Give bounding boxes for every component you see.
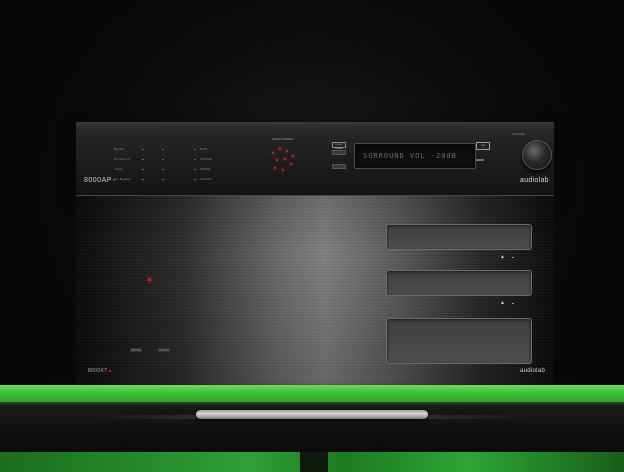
source-led: [142, 169, 144, 170]
source-led: [194, 179, 196, 180]
model-suffix: ™: [111, 178, 117, 183]
green-shelf-top: [0, 385, 624, 402]
source-led: [162, 159, 164, 160]
eject-icon[interactable]: ▲: [500, 301, 505, 306]
red-led: [276, 159, 278, 161]
volume-knob[interactable]: [522, 140, 552, 170]
drive-slot[interactable]: [386, 270, 532, 296]
source-led: [194, 169, 196, 170]
base-post: [300, 452, 328, 472]
av-processor-unit: Digital AV Ext-Ch Tuner 7.1 Bypass DVD S…: [76, 122, 554, 196]
amplifier-model-text: 8000X7: [88, 368, 108, 374]
processor-brand-logo: audiolab: [520, 177, 549, 184]
top-sheen: [76, 123, 554, 131]
source-led: [194, 149, 196, 150]
model-dot: [109, 369, 112, 372]
red-led: [292, 155, 294, 157]
audio-modes-label: AUDIO MODES: [272, 137, 294, 141]
amp-button[interactable]: [130, 348, 142, 352]
source-led: [142, 159, 144, 160]
source-led: [194, 159, 196, 160]
volume-label: VOLUME: [512, 132, 525, 136]
source-label: AUX/TV: [200, 177, 213, 181]
amplifier-unit: ▲ ▲ 8000X7 audiolab: [76, 195, 554, 386]
source-label: Digital: [114, 147, 124, 151]
source-label: DVD: [200, 147, 207, 151]
shelf-lip: [0, 402, 624, 406]
red-led: [284, 158, 286, 160]
red-led: [279, 148, 281, 150]
source-label: Tuner: [114, 167, 123, 171]
mode-button[interactable]: [332, 150, 346, 155]
dts-badge: DTS: [476, 142, 490, 150]
indicator-dot: [512, 257, 514, 258]
source-selector-panel: Digital AV Ext-Ch Tuner 7.1 Bypass DVD S…: [112, 143, 222, 187]
red-led: [290, 163, 292, 165]
amplifier-brand-logo: audiolab: [520, 368, 546, 374]
hdmi-logo: HDMI: [476, 158, 484, 162]
source-led: [142, 149, 144, 150]
processor-model-name: 8000AP™: [84, 177, 116, 184]
photo-scene: Digital AV Ext-Ch Tuner 7.1 Bypass DVD S…: [0, 0, 624, 472]
drive-slot[interactable]: [386, 318, 532, 364]
mode-button[interactable]: [332, 164, 346, 169]
display-readout: SURROUND VOL -20dB: [363, 152, 457, 160]
indicator-dot: [512, 303, 514, 304]
surround-led-cluster: [270, 146, 298, 176]
eject-icon[interactable]: ▲: [500, 255, 505, 260]
red-led: [272, 152, 274, 154]
source-label: SAT/Cbl: [200, 157, 213, 161]
dolby-badge: DOLBY DIGITAL: [332, 142, 346, 150]
amplifier-model-name: 8000X7: [88, 368, 112, 374]
vfd-display: SURROUND VOL -20dB: [354, 143, 476, 169]
source-label: AV Ext-Ch: [114, 157, 130, 161]
source-label: VIDEO: [200, 167, 211, 171]
source-label: 7.1 Bypass: [114, 177, 131, 181]
red-led: [282, 169, 284, 171]
power-led: [148, 278, 151, 281]
amp-button[interactable]: [158, 348, 170, 352]
source-led: [142, 179, 144, 180]
source-led: [162, 169, 164, 170]
red-led: [274, 167, 276, 169]
red-led: [286, 150, 288, 152]
source-led: [162, 149, 164, 150]
source-led: [162, 179, 164, 180]
processor-model-text: 8000AP: [84, 177, 112, 184]
drawer-handle[interactable]: [196, 410, 428, 419]
drive-slot[interactable]: [386, 224, 532, 250]
